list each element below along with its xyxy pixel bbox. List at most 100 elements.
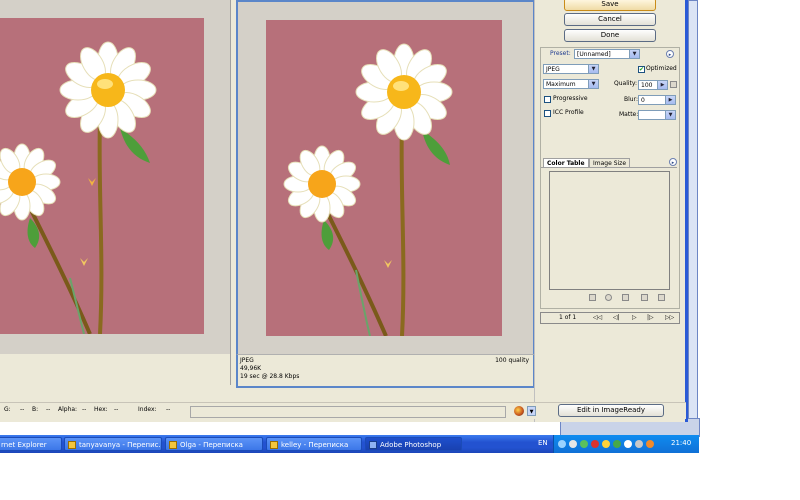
status-hex-value: --	[114, 406, 119, 413]
icc-profile-label: ICC Profile	[553, 109, 584, 116]
chevron-down-icon: ▼	[629, 50, 639, 58]
tab-divider	[541, 167, 677, 168]
taskbar-item-label: rnet Explorer	[1, 441, 47, 449]
chevron-right-icon: ▶	[657, 81, 667, 89]
color-table-menu-icon[interactable]: ▸	[669, 158, 677, 166]
quality-level-value: Maximum	[546, 81, 576, 88]
browser-preview-icon[interactable]	[514, 406, 524, 416]
status-alpha-label: Alpha:	[58, 406, 78, 413]
status-field	[190, 406, 506, 418]
taskbar-item-photoshop[interactable]: Adobe Photoshop	[365, 437, 462, 451]
next-frame-button[interactable]: |▷	[647, 313, 654, 323]
web-shift-icon[interactable]	[605, 294, 612, 301]
taskbar-item-label: kelley - Переписка	[281, 441, 349, 449]
optimize-menu-icon[interactable]: ▸	[666, 50, 674, 58]
tray-icon[interactable]	[558, 440, 566, 448]
status-alpha-value: --	[82, 406, 87, 413]
tray-icon[interactable]	[591, 440, 599, 448]
taskbar-item-olga[interactable]: Olga - Переписка	[165, 437, 263, 451]
progressive-label: Progressive	[553, 95, 588, 102]
status-g-label: G:	[4, 406, 11, 413]
language-indicator[interactable]: EN	[538, 439, 548, 447]
matte-label: Matte:	[619, 111, 639, 118]
cancel-button[interactable]: Cancel	[564, 13, 656, 26]
optimized-preview-pane[interactable]	[236, 0, 535, 356]
progressive-checkbox[interactable]	[544, 96, 551, 103]
daisy-artwork	[0, 41, 157, 335]
tray-icon[interactable]	[646, 440, 654, 448]
play-button[interactable]: ▷	[632, 313, 637, 323]
optimized-artwork	[266, 20, 502, 337]
original-artwork	[0, 18, 204, 335]
mail-icon	[68, 441, 76, 449]
photoshop-icon	[369, 441, 377, 449]
animation-controls: 1 of 1 ◁◁ ◁| ▷ |▷ ▷▷	[540, 312, 680, 324]
format-value: JPEG	[546, 66, 560, 73]
color-table-area[interactable]	[549, 171, 670, 290]
chevron-down-icon: ▼	[588, 65, 598, 73]
prev-frame-button[interactable]: ◁|	[613, 313, 620, 323]
info-size: 49,96K	[240, 365, 262, 372]
tray-icon[interactable]	[613, 440, 621, 448]
blur-input[interactable]: 0 ▶	[638, 95, 676, 105]
background-window	[688, 0, 698, 422]
daisy-artwork-optimized	[283, 43, 453, 337]
tray-icon[interactable]	[624, 440, 632, 448]
save-for-web-dialog: JPEG 49,96K 19 sec @ 28.8 Kbps 100 quali…	[0, 0, 686, 422]
preset-value: [Unnamed]	[577, 51, 611, 58]
matte-select[interactable]: ▼	[638, 110, 676, 120]
taskbar-item-label: Olga - Переписка	[180, 441, 243, 449]
status-g-value: --	[20, 406, 25, 413]
quality-level-select[interactable]: Maximum ▼	[543, 79, 599, 89]
lock-color-icon[interactable]	[622, 294, 629, 301]
taskbar-item-label: tanyavanya - Перепис...	[79, 441, 162, 449]
status-index-label: Index:	[138, 406, 157, 413]
format-select[interactable]: JPEG ▼	[543, 64, 599, 74]
taskbar-item-label: Adobe Photoshop	[380, 441, 442, 449]
chevron-down-icon: ▼	[588, 80, 598, 88]
clock[interactable]: 21:40	[671, 439, 691, 447]
map-color-icon[interactable]	[589, 294, 596, 301]
quality-input[interactable]: 100 ▶	[638, 80, 668, 90]
status-hex-label: Hex:	[94, 406, 108, 413]
mail-icon	[169, 441, 177, 449]
original-info-bar	[0, 354, 231, 385]
quality-label: Quality:	[614, 80, 638, 87]
system-tray: 21:40	[553, 435, 699, 453]
optimized-checkbox[interactable]: ✔	[638, 66, 645, 73]
chevron-down-icon: ▼	[665, 111, 675, 119]
done-button[interactable]: Done	[564, 29, 656, 42]
info-format: JPEG	[240, 357, 254, 364]
info-download-time: 19 sec @ 28.8 Kbps	[240, 373, 300, 380]
info-quality: 100 quality	[495, 357, 529, 364]
frame-counter: 1 of 1	[559, 314, 577, 321]
taskbar-item-kelley[interactable]: kelley - Переписка	[266, 437, 362, 451]
tray-icon[interactable]	[602, 440, 610, 448]
chevron-down-icon[interactable]: ▼	[527, 406, 536, 416]
optimized-info-bar: JPEG 49,96K 19 sec @ 28.8 Kbps 100 quali…	[236, 354, 535, 388]
save-button[interactable]: Save	[564, 0, 656, 11]
icc-profile-checkbox[interactable]	[544, 110, 551, 117]
first-frame-button[interactable]: ◁◁	[593, 313, 602, 323]
mail-icon	[270, 441, 278, 449]
preset-select[interactable]: [Unnamed] ▼	[574, 49, 640, 59]
status-b-value: --	[46, 406, 51, 413]
original-preview-pane[interactable]	[0, 0, 231, 354]
status-index-value: --	[166, 406, 171, 413]
status-b-label: B:	[32, 406, 39, 413]
trash-icon[interactable]	[658, 294, 665, 301]
quality-value: 100	[641, 82, 653, 89]
tray-icon[interactable]	[635, 440, 643, 448]
blur-label: Blur:	[624, 96, 638, 103]
add-color-icon[interactable]	[641, 294, 648, 301]
quality-mask-icon[interactable]	[670, 81, 677, 88]
taskbar-item-tanyavanya[interactable]: tanyavanya - Перепис...	[64, 437, 162, 451]
blur-value: 0	[641, 97, 645, 104]
chevron-right-icon: ▶	[665, 96, 675, 104]
edit-in-imageready-button[interactable]: Edit in ImageReady	[558, 404, 664, 417]
tray-icon[interactable]	[569, 440, 577, 448]
tray-icon[interactable]	[580, 440, 588, 448]
taskbar-item-ie[interactable]: rnet Explorer	[0, 437, 62, 451]
optimized-label: Optimized	[646, 65, 677, 72]
last-frame-button[interactable]: ▷▷	[665, 313, 674, 323]
